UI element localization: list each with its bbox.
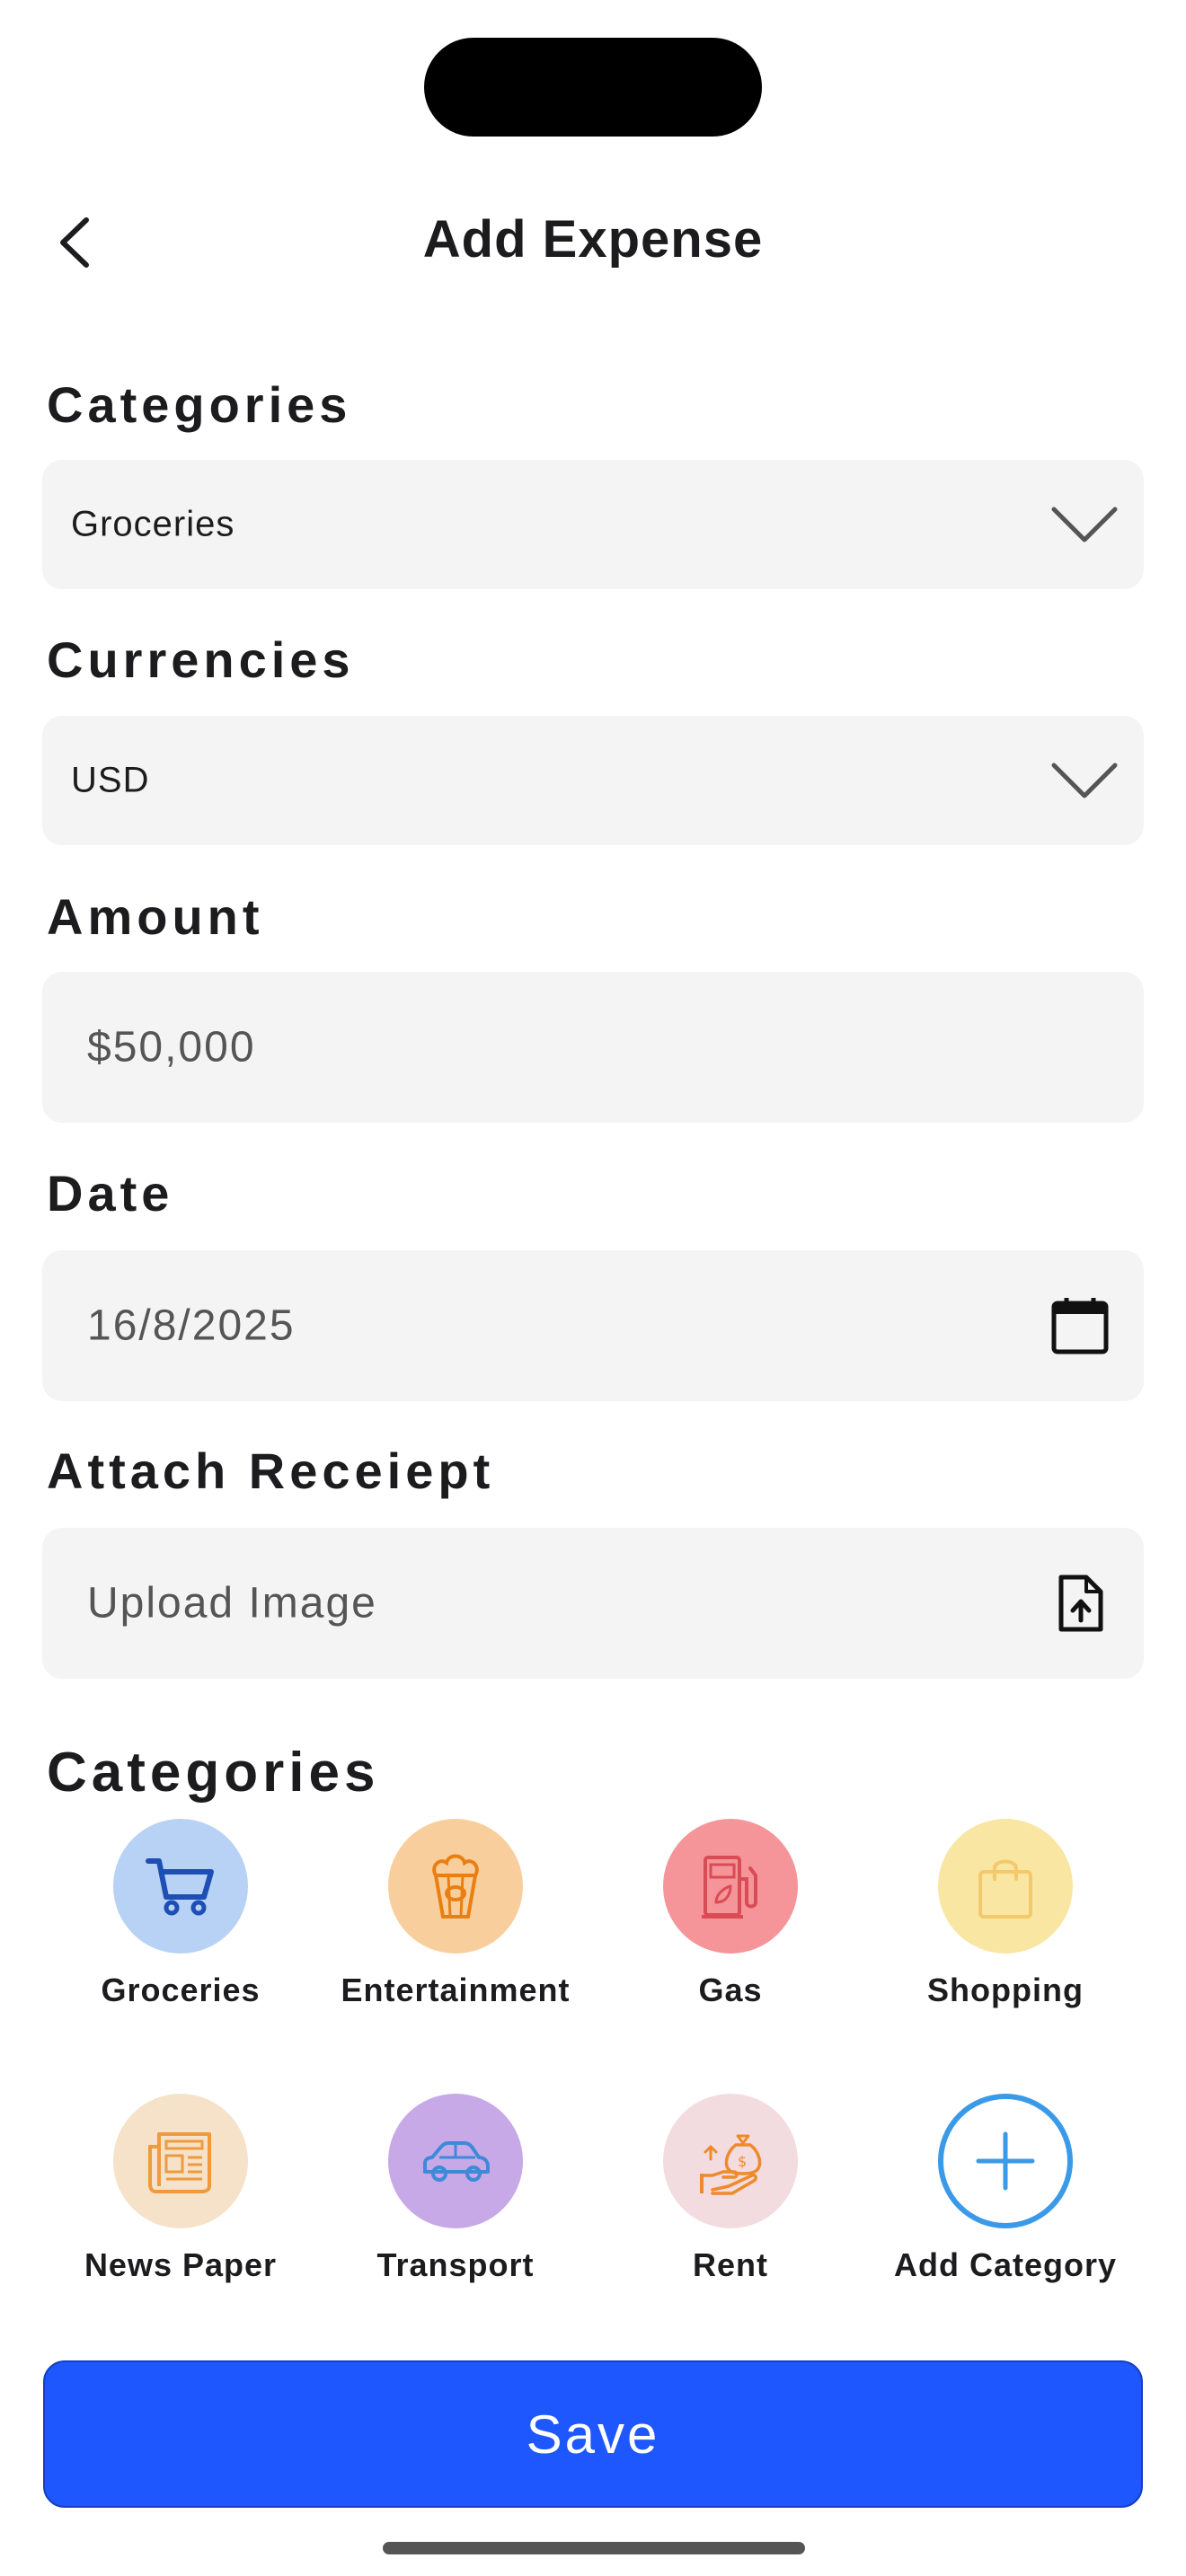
save-button[interactable]: Save	[43, 2360, 1143, 2508]
popcorn-icon	[432, 1854, 479, 1919]
category-label: Gas	[698, 1972, 763, 2008]
category-label: Shopping	[927, 1972, 1084, 2008]
date-label: Date	[47, 1165, 174, 1222]
svg-text:$: $	[738, 2153, 747, 2170]
category-label: Entertainment	[341, 1972, 571, 2008]
calendar-icon[interactable]	[1049, 1294, 1111, 1357]
currency-label: Currencies	[47, 631, 355, 688]
category-transport[interactable]: Transport	[321, 2094, 590, 2309]
receipt-label: Attach Receiept	[47, 1442, 495, 1499]
category-gas[interactable]: Gas	[596, 1819, 865, 2034]
categories-section-title: Categories	[47, 1742, 380, 1804]
add-category-button[interactable]: Add Category	[871, 2094, 1140, 2309]
category-select[interactable]: Groceries	[42, 460, 1144, 589]
category-label: News Paper	[84, 2246, 278, 2283]
category-label: Transport	[376, 2246, 535, 2283]
car-icon	[423, 2141, 490, 2182]
category-label: Categories	[47, 376, 352, 433]
category-select-value: Groceries	[71, 504, 235, 544]
category-shopping[interactable]: Shopping	[871, 1819, 1140, 2034]
category-label: Groceries	[101, 1972, 261, 2008]
category-circle	[388, 1819, 523, 1954]
receipt-upload-field[interactable]: Upload Image	[42, 1528, 1144, 1679]
currency-select-value: USD	[71, 760, 150, 800]
home-indicator[interactable]	[383, 2542, 805, 2554]
header: Add Expense	[0, 184, 1186, 301]
page-title: Add Expense	[422, 210, 764, 269]
category-label: Add Category	[893, 2246, 1118, 2283]
amount-input[interactable]: $50,000	[42, 972, 1144, 1123]
category-circle: $	[663, 2094, 798, 2228]
category-circle	[113, 1819, 248, 1954]
fuel-pump-icon	[702, 1856, 757, 1919]
category-circle	[938, 1819, 1073, 1954]
file-upload-icon[interactable]	[1049, 1572, 1111, 1635]
category-label: Rent	[693, 2246, 768, 2283]
category-groceries[interactable]: Groceries	[46, 1819, 315, 2034]
currency-select[interactable]: USD	[42, 716, 1144, 845]
category-circle	[113, 2094, 248, 2228]
money-bag-icon: $	[700, 2134, 762, 2195]
category-circle	[938, 2094, 1073, 2228]
cart-icon	[146, 1858, 214, 1916]
date-input-value: 16/8/2025	[87, 1301, 296, 1350]
chevron-down-icon	[1051, 763, 1118, 798]
shopping-bag-icon	[978, 1859, 1032, 1919]
plus-icon	[976, 2131, 1035, 2191]
amount-label: Amount	[47, 888, 264, 945]
dynamic-island	[424, 38, 762, 137]
amount-input-value: $50,000	[87, 1023, 256, 1072]
category-entertainment[interactable]: Entertainment	[321, 1819, 590, 2034]
chevron-down-icon	[1051, 507, 1118, 543]
category-news-paper[interactable]: News Paper	[46, 2094, 315, 2309]
receipt-upload-placeholder: Upload Image	[87, 1579, 377, 1628]
category-rent[interactable]: $ Rent	[596, 2094, 865, 2309]
category-circle	[663, 1819, 798, 1954]
category-circle	[388, 2094, 523, 2228]
date-input[interactable]: 16/8/2025	[42, 1250, 1144, 1401]
newspaper-icon	[148, 2132, 211, 2193]
